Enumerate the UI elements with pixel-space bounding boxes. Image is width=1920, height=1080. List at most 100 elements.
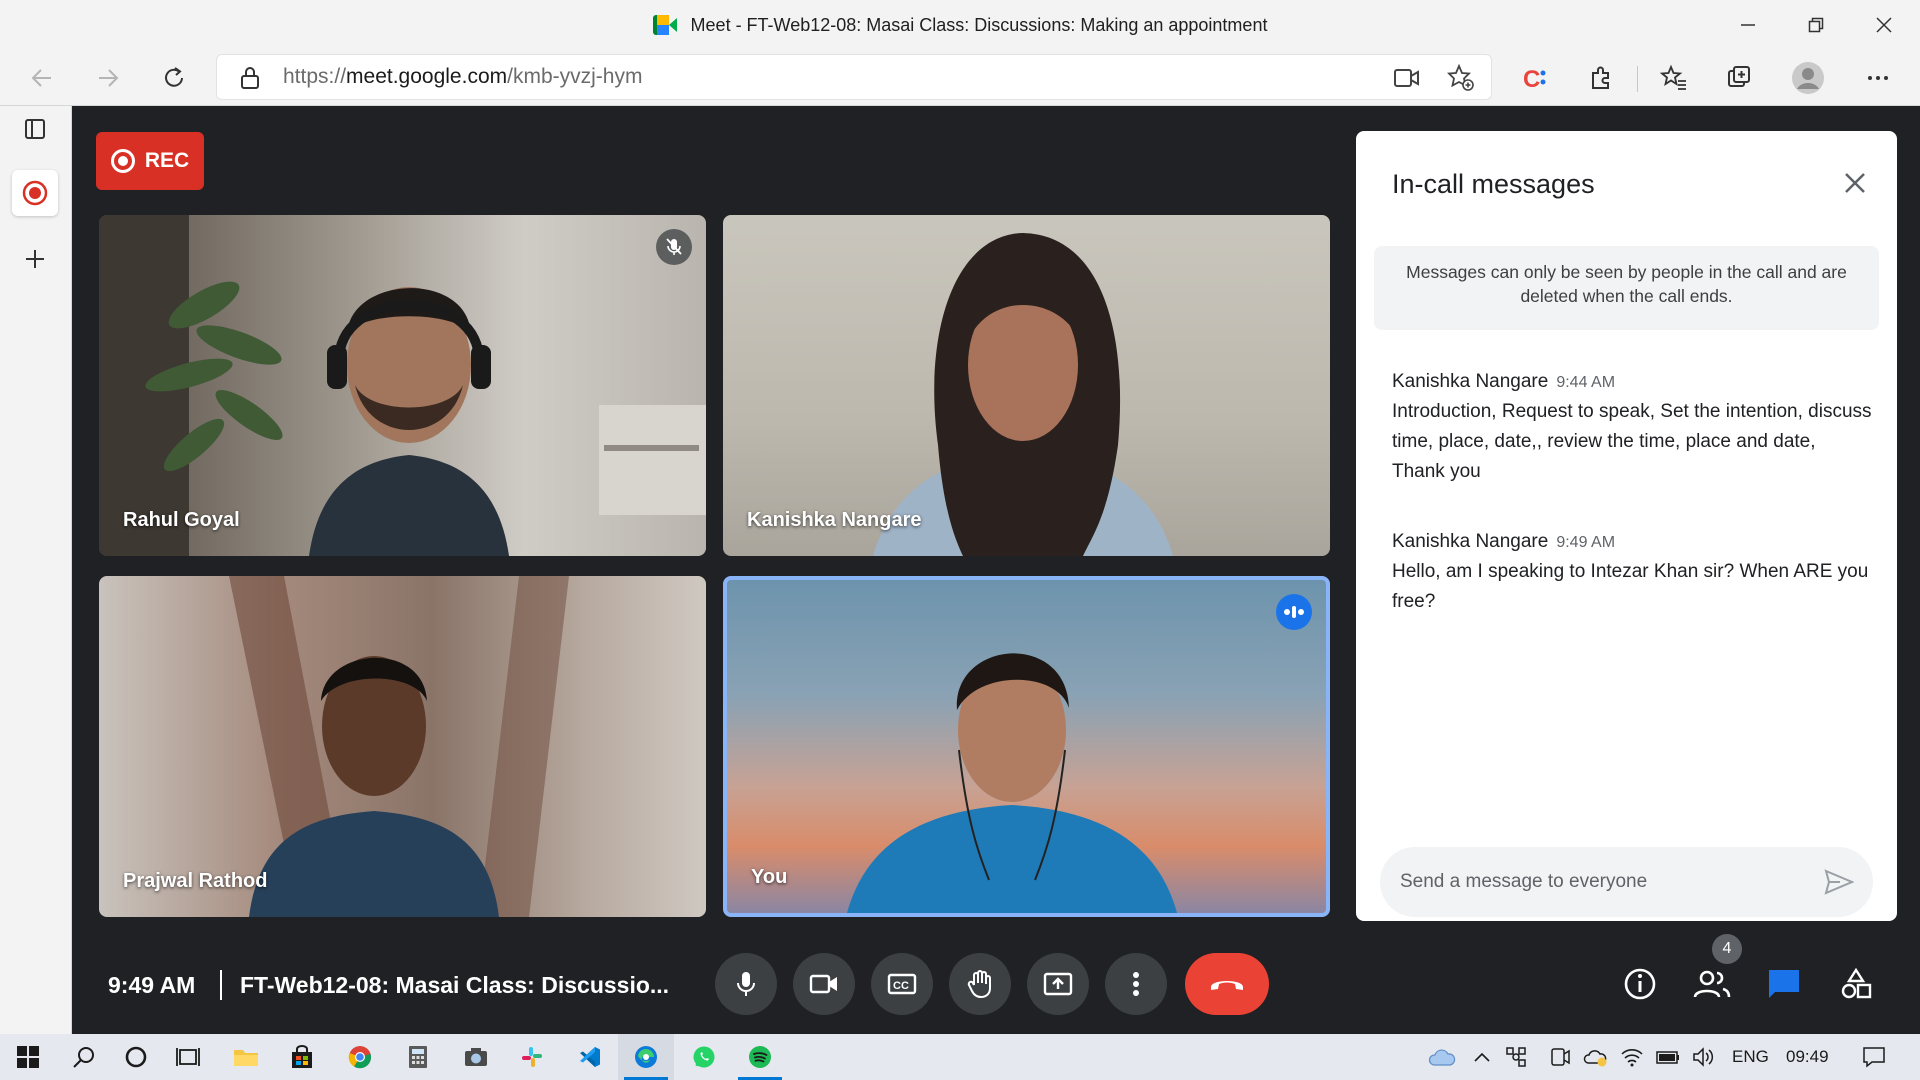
recording-tab[interactable] — [12, 170, 58, 216]
back-button[interactable] — [22, 58, 62, 98]
meet-now-icon — [1551, 1048, 1570, 1066]
settings-more-button[interactable] — [1858, 58, 1898, 98]
taskbar-store[interactable] — [274, 1034, 330, 1080]
camera-permission-icon[interactable] — [1393, 66, 1421, 90]
activities-button[interactable] — [1832, 960, 1880, 1008]
video-feed — [847, 653, 1177, 913]
chat-input-container — [1380, 847, 1873, 917]
speaking-indicator — [1276, 594, 1312, 630]
taskbar-whatsapp[interactable] — [676, 1034, 732, 1080]
meeting-controls-bar: 9:49 AM FT-Web12-08: Masai Class: Discus… — [72, 928, 1920, 1034]
new-tab-button[interactable] — [12, 236, 58, 282]
participant-count-badge: 4 — [1712, 934, 1742, 964]
message-sender: Kanishka Nangare — [1392, 371, 1549, 392]
tray-notifications[interactable] — [1846, 1034, 1902, 1080]
close-icon — [1876, 17, 1892, 33]
close-window-button[interactable] — [1850, 0, 1918, 50]
spotify-icon — [749, 1046, 771, 1068]
tray-volume[interactable] — [1684, 1034, 1724, 1080]
cortana-button[interactable] — [108, 1034, 164, 1080]
chevron-up-icon — [1474, 1052, 1490, 1062]
video-feed — [873, 233, 1173, 556]
participant-tile-self[interactable]: You — [723, 576, 1330, 917]
reload-button[interactable] — [154, 58, 194, 98]
chat-message: Kanishka Nangare 9:44 AM Introduction, Re… — [1392, 371, 1872, 487]
microphone-button[interactable] — [715, 953, 777, 1015]
restore-icon — [1808, 17, 1824, 33]
taskbar-chrome[interactable] — [332, 1034, 388, 1080]
taskbar-file-explorer[interactable] — [218, 1034, 274, 1080]
task-view-button[interactable] — [160, 1034, 216, 1080]
taskbar-edge[interactable] — [618, 1034, 674, 1080]
muted-badge — [656, 229, 692, 265]
wifi-icon — [1621, 1049, 1643, 1067]
message-text: Hello, am I speaking to Intezar Khan sir… — [1392, 561, 1869, 612]
taskbar-camera[interactable] — [448, 1034, 504, 1080]
chat-privacy-notice: Messages can only be seen by people in t… — [1374, 246, 1879, 330]
window-title-text: Meet - FT-Web12-08: Masai Class: Discuss… — [690, 14, 1268, 35]
tab-actions-button[interactable] — [12, 106, 58, 152]
google-meet-icon — [652, 15, 677, 35]
url-path: /kmb-yvzj-hym — [507, 65, 643, 88]
tray-language[interactable]: ENG — [1732, 1047, 1769, 1067]
more-horizontal-icon — [1868, 76, 1888, 80]
details-separator — [220, 970, 222, 1000]
mic-icon — [737, 972, 755, 996]
present-screen-button[interactable] — [1027, 953, 1089, 1015]
tray-onedrive[interactable] — [1576, 1034, 1616, 1080]
more-options-button[interactable] — [1105, 953, 1167, 1015]
close-chat-button[interactable] — [1833, 161, 1877, 205]
taskbar-slack[interactable] — [504, 1034, 560, 1080]
chat-message-input[interactable] — [1400, 847, 1800, 917]
tray-wifi[interactable] — [1612, 1034, 1652, 1080]
volume-icon — [1693, 1047, 1714, 1067]
window-title: Meet - FT-Web12-08: Masai Class: Discuss… — [652, 14, 1268, 36]
favorites-button[interactable] — [1654, 58, 1694, 98]
task-view-icon — [176, 1048, 200, 1066]
tray-clock[interactable]: 09:49 — [1786, 1047, 1829, 1067]
collections-button[interactable] — [1720, 58, 1760, 98]
taskbar-calculator[interactable] — [390, 1034, 446, 1080]
participant-tile-rahul[interactable]: Rahul Goyal — [99, 215, 706, 556]
minimize-button[interactable] — [1714, 0, 1782, 50]
start-button[interactable] — [0, 1034, 56, 1080]
add-favorite-icon[interactable] — [1447, 64, 1475, 92]
tray-network-app[interactable] — [1496, 1034, 1536, 1080]
chat-message: Kanishka Nangare 9:49 AM Hello, am I spea… — [1392, 531, 1872, 617]
participant-tile-kanishka[interactable]: Kanishka Nangare — [723, 215, 1330, 556]
tray-meet-now[interactable] — [1540, 1034, 1580, 1080]
participant-name: Prajwal Rathod — [123, 870, 268, 892]
extensions-button[interactable] — [1581, 58, 1621, 98]
leave-call-button[interactable] — [1185, 953, 1269, 1015]
url-host: meet.google.com — [346, 65, 508, 88]
taskbar-vscode[interactable] — [562, 1034, 618, 1080]
raise-hand-icon — [967, 970, 991, 999]
camera-button[interactable] — [793, 953, 855, 1015]
forward-button[interactable] — [88, 58, 128, 98]
call-end-icon — [1211, 981, 1243, 990]
restore-button[interactable] — [1782, 0, 1850, 50]
taskbar-spotify[interactable] — [732, 1034, 788, 1080]
present-to-all-icon — [1043, 972, 1073, 996]
chat-panel-title: In-call messages — [1392, 169, 1595, 199]
info-icon — [1624, 968, 1656, 1000]
videocam-icon — [809, 974, 837, 994]
tray-battery[interactable] — [1648, 1034, 1688, 1080]
chat-button[interactable] — [1760, 960, 1808, 1008]
captions-button[interactable]: CC — [871, 953, 933, 1015]
participant-tile-prajwal[interactable]: Prajwal Rathod — [99, 576, 706, 917]
windows-logo-icon — [17, 1046, 39, 1068]
send-message-button[interactable] — [1821, 864, 1857, 900]
taskbar-search-button[interactable] — [56, 1034, 112, 1080]
profile-button[interactable] — [1788, 58, 1828, 98]
minimize-icon — [1741, 24, 1755, 26]
meeting-details-button[interactable] — [1616, 960, 1664, 1008]
extension-c-button[interactable]: C — [1515, 58, 1555, 98]
meet-main: REC Rahul Goyal Kanishka Nangare Prajwal… — [72, 106, 1920, 1034]
cortana-circle-icon — [125, 1046, 147, 1068]
people-button[interactable] — [1688, 960, 1736, 1008]
extension-c-icon: C — [1523, 66, 1546, 92]
calculator-icon — [409, 1046, 427, 1068]
raise-hand-button[interactable] — [949, 953, 1011, 1015]
address-bar[interactable]: https://meet.google.com/kmb-yvzj-hym — [216, 54, 1492, 100]
